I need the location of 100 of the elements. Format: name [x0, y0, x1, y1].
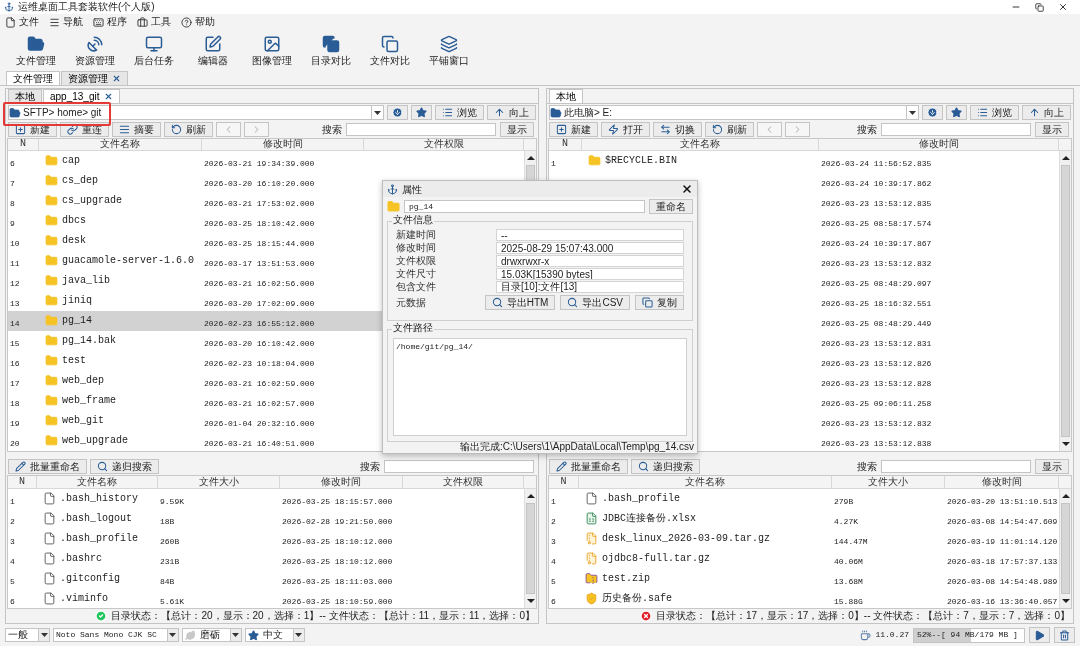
scroll-up-icon[interactable] — [1061, 155, 1070, 160]
path-text-area[interactable]: /home/git/pg_14/ — [393, 338, 687, 436]
column-header[interactable]: N — [549, 138, 582, 150]
column-header[interactable]: N — [8, 475, 37, 488]
tab[interactable]: 本地 — [8, 89, 42, 104]
dropdown[interactable]: 磨砺 — [181, 628, 242, 642]
scroll-up-icon[interactable] — [526, 493, 535, 498]
file-name[interactable]: .bash_history — [60, 491, 138, 507]
column-header[interactable]: N — [8, 138, 39, 150]
file-name[interactable]: pg_14 — [62, 313, 92, 329]
tab[interactable]: 资源管理 — [61, 71, 128, 85]
scrollbar-thumb[interactable] — [526, 502, 535, 594]
column-header[interactable]: 文件名称 — [39, 138, 202, 150]
path-field[interactable]: SFTP> home> git — [8, 105, 384, 121]
column-header[interactable]: 修改时间 — [280, 475, 403, 488]
toolbar-button[interactable]: 批量重命名 — [8, 459, 87, 475]
file-name[interactable]: $RECYCLE.BIN — [605, 153, 677, 169]
column-header[interactable]: 文件权限 — [364, 138, 524, 150]
toolbar-button[interactable]: 编辑器 — [183, 34, 242, 66]
file-name[interactable]: cap — [62, 153, 80, 169]
toolbar-button[interactable]: 后台任务 — [124, 34, 183, 66]
toolbar-button[interactable]: 摘要 — [112, 122, 161, 138]
download-button[interactable] — [387, 105, 408, 121]
scroll-up-icon[interactable] — [526, 155, 535, 160]
field-value[interactable]: 15.03K[15390 bytes] — [496, 268, 684, 280]
file-name[interactable]: web_dep — [62, 373, 104, 389]
column-header[interactable]: 文件权限 — [403, 475, 524, 488]
file-name[interactable]: .bash_logout — [60, 511, 132, 527]
menu-item[interactable]: 文件 — [5, 16, 39, 28]
search-field[interactable] — [881, 123, 1031, 137]
column-header[interactable]: N — [549, 475, 579, 488]
file-name[interactable]: pg_14.bak — [62, 333, 116, 349]
toolbar-button[interactable]: 递归搜索 — [90, 459, 159, 475]
scroll-down-icon[interactable] — [1061, 441, 1070, 446]
close-icon[interactable] — [112, 74, 121, 83]
menu-item[interactable]: 导航 — [49, 16, 83, 28]
toolbar-button[interactable]: 资源管理 — [65, 34, 124, 66]
toolbar-button[interactable]: 刷新 — [164, 122, 213, 138]
dialog-button[interactable]: 导出HTM — [484, 295, 556, 310]
file-name[interactable]: JDBC连接备份.xlsx — [602, 511, 696, 527]
file-name[interactable]: desk — [62, 233, 86, 249]
scrollbar[interactable] — [1059, 150, 1071, 451]
field-value[interactable]: drwxrwxr-x — [496, 255, 684, 267]
file-name[interactable]: .viminfo — [60, 591, 108, 607]
file-name[interactable]: cs_dep — [62, 173, 98, 189]
file-name[interactable]: web_frame — [62, 393, 116, 409]
scroll-down-icon[interactable] — [1061, 598, 1070, 603]
close-button[interactable] — [1058, 2, 1068, 12]
dropdown[interactable]: 中文 — [244, 628, 305, 642]
scrollbar[interactable] — [1059, 488, 1071, 608]
scroll-up-icon[interactable] — [1061, 493, 1070, 498]
rename-button[interactable]: 重命名 — [649, 199, 693, 214]
field-value[interactable]: 2025-08-29 15:07:43.000 — [496, 242, 684, 254]
menu-item[interactable]: 程序 — [93, 16, 127, 28]
dialog-button[interactable]: 导出CSV — [560, 295, 630, 310]
restore-button[interactable] — [1035, 2, 1044, 12]
dialog-button[interactable]: 复制 — [635, 295, 684, 310]
dropdown[interactable]: 一般 — [5, 628, 50, 642]
search-field[interactable] — [881, 460, 1031, 474]
file-name[interactable]: jiniq — [62, 293, 92, 309]
dropdown[interactable]: Noto Sans Mono CJK SC — [53, 628, 179, 642]
up-button[interactable]: 向上 — [487, 105, 536, 121]
tab[interactable]: app_13_git — [43, 89, 120, 104]
file-name[interactable]: desk_linux_2026-03-09.tar.gz — [602, 531, 771, 547]
toolbar-button[interactable]: 切换 — [653, 122, 702, 138]
show-button[interactable]: 显示 — [1035, 122, 1069, 138]
browse-button[interactable]: 浏览 — [435, 105, 484, 121]
menu-item[interactable]: 工具 — [137, 16, 171, 28]
toolbar-button[interactable]: 刷新 — [705, 122, 754, 138]
column-header[interactable]: 文件名称 — [579, 475, 832, 488]
file-name[interactable]: cs_upgrade — [62, 193, 122, 209]
file-name[interactable]: web_git — [62, 413, 104, 429]
file-name[interactable]: guacamole-server-1.6.0 — [62, 253, 195, 269]
file-name[interactable]: .gitconfig — [60, 571, 120, 587]
toolbar-button[interactable]: 目录对比 — [301, 34, 360, 66]
column-header[interactable]: 修改时间 — [202, 138, 364, 150]
toolbar-button[interactable]: 文件对比 — [360, 34, 419, 66]
column-header[interactable]: 文件名称 — [37, 475, 158, 488]
file-name[interactable]: java_lib — [62, 273, 110, 289]
file-name[interactable]: .bash_profile — [60, 531, 138, 547]
browse-button[interactable]: 浏览 — [970, 105, 1019, 121]
file-name[interactable]: .bash_profile — [602, 491, 680, 507]
search-field[interactable] — [346, 123, 496, 137]
column-header[interactable]: 文件大小 — [158, 475, 280, 488]
delete-button[interactable] — [1054, 627, 1075, 643]
close-icon[interactable] — [103, 92, 113, 102]
file-name[interactable]: .bashrc — [60, 551, 102, 567]
name-field[interactable]: pg_14 — [404, 200, 645, 213]
field-value[interactable]: 目录[10]:文件[13] — [496, 281, 684, 293]
column-header[interactable]: 文件大小 — [832, 475, 945, 488]
toolbar-button[interactable]: 打开 — [601, 122, 650, 138]
scroll-down-icon[interactable] — [526, 598, 535, 603]
column-header[interactable]: 文件名称 — [582, 138, 819, 150]
toolbar-button[interactable]: 新建 — [549, 122, 598, 138]
favorite-button[interactable] — [946, 105, 967, 121]
tab[interactable]: 文件管理 — [6, 71, 60, 85]
file-name[interactable]: test — [62, 353, 86, 369]
column-header[interactable]: 修改时间 — [819, 138, 1059, 150]
favorite-button[interactable] — [411, 105, 432, 121]
column-header[interactable]: 修改时间 — [945, 475, 1059, 488]
